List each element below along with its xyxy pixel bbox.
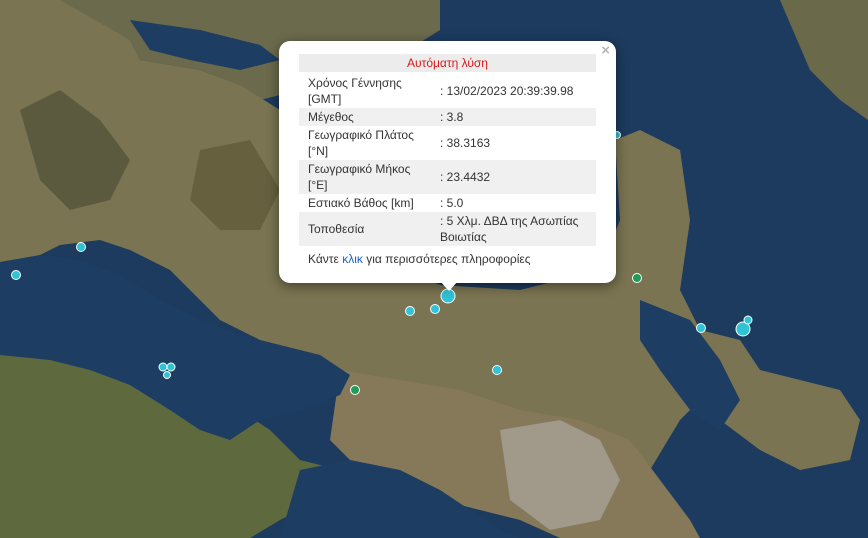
earthquake-marker <box>743 315 753 325</box>
info-row-depth: Εστιακό Βάθος [km] : 5.0 <box>299 194 596 212</box>
info-row-origin-time: Χρόνος Γέννησης [GMT] : 13/02/2023 20:39… <box>299 74 596 108</box>
earthquake-marker-green <box>632 273 642 283</box>
close-icon[interactable]: × <box>601 43 610 59</box>
info-value: : 23.4432 <box>432 160 596 194</box>
earthquake-marker <box>163 371 171 379</box>
info-row-latitude: Γεωγραφικό Πλάτος [°N] : 38.3163 <box>299 126 596 160</box>
earthquake-marker <box>440 288 456 304</box>
info-label: Εστιακό Βάθος [km] <box>308 196 414 210</box>
info-row-longitude: Γεωγραφικό Μήκος [°E] : 23.4432 <box>299 160 596 194</box>
earthquake-marker <box>405 306 415 316</box>
info-label: Γεωγραφικό Πλάτος [°N] <box>308 128 414 158</box>
info-value: : 5 Χλμ. ΔΒΔ της Ασωπίας Βοιωτίας <box>432 212 596 246</box>
info-value: : 13/02/2023 20:39:39.98 <box>440 84 574 98</box>
info-row-location: Τοποθεσία : 5 Χλμ. ΔΒΔ της Ασωπίας Βοιωτ… <box>299 212 596 246</box>
popup-title: Αυτόματη λύση <box>299 54 596 72</box>
info-value: : 3.8 <box>432 108 596 126</box>
info-table: Χρόνος Γέννησης [GMT] : 13/02/2023 20:39… <box>299 74 596 246</box>
info-label: Γεωγραφικό Μήκος [°E] <box>299 160 432 194</box>
more-suffix: για περισσότερες πληροφορίες <box>362 252 531 266</box>
earthquake-marker <box>166 362 176 372</box>
earthquake-marker <box>76 242 86 252</box>
info-value: : 5.0 <box>440 196 464 210</box>
info-label: Μέγεθος <box>299 108 432 126</box>
info-label: Τοποθεσία <box>299 212 432 246</box>
info-label: Χρόνος Γέννησης [GMT] <box>308 76 402 106</box>
earthquake-info-popup: × Αυτόματη λύση Χρόνος Γέννησης [GMT] : … <box>279 41 616 283</box>
earthquake-marker-green <box>350 385 360 395</box>
info-value: : 38.3163 <box>440 136 491 150</box>
earthquake-marker <box>696 323 706 333</box>
earthquake-marker <box>11 270 21 280</box>
info-row-magnitude: Μέγεθος : 3.8 <box>299 108 596 126</box>
more-info-text: Κάντε κλικ για περισσότερες πληροφορίες <box>308 252 531 266</box>
earthquake-marker <box>430 304 440 314</box>
more-info-link[interactable]: κλικ <box>342 252 363 266</box>
more-prefix: Κάντε <box>308 252 343 266</box>
earthquake-marker <box>158 362 168 372</box>
earthquake-marker <box>492 365 502 375</box>
popup-tip <box>440 281 458 291</box>
